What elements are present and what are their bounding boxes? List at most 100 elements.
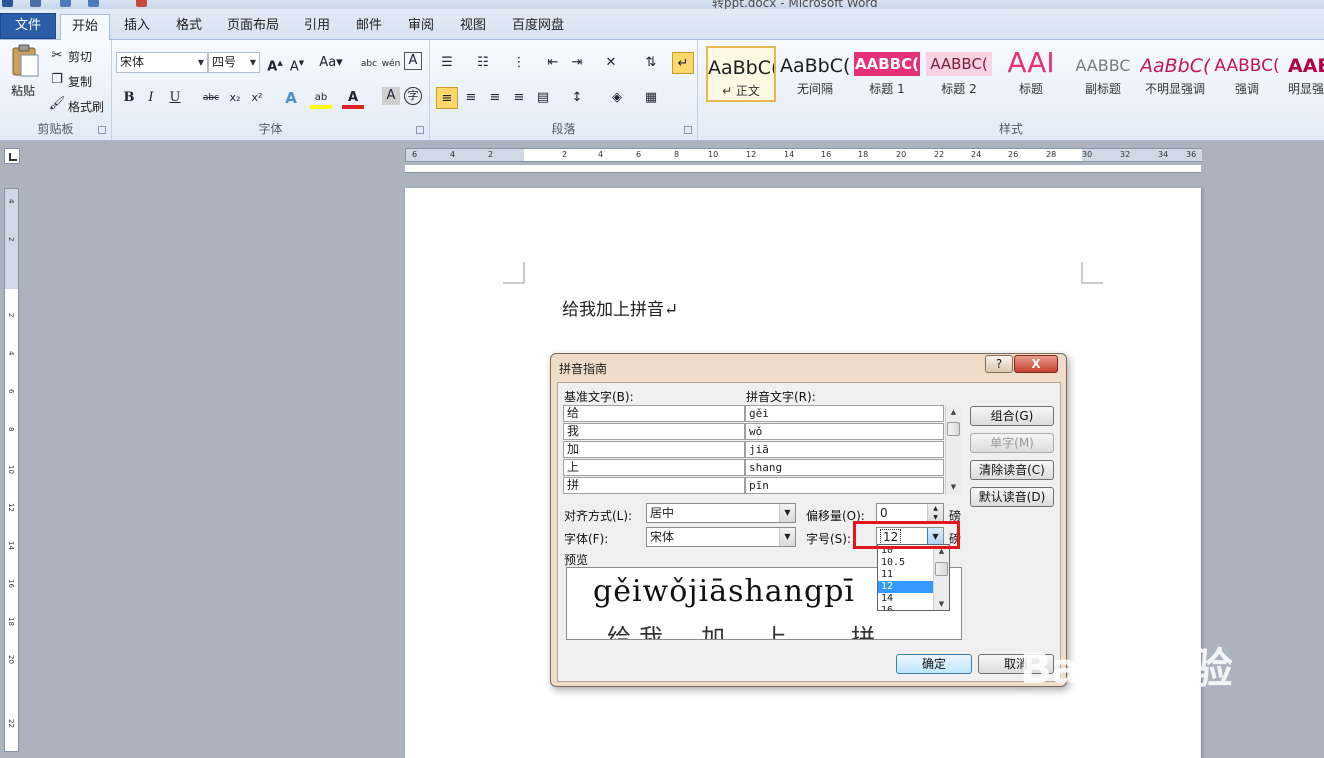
format-painter-button[interactable]: 格式刷 <box>68 98 104 115</box>
align-center-icon[interactable]: ≡ <box>460 87 482 109</box>
size-dropdown-list[interactable]: 10 10.5 11 12 14 16 ▲ ▼ <box>877 544 950 611</box>
ok-button[interactable]: 确定 <box>896 654 972 674</box>
font-color-icon[interactable]: A <box>342 87 364 109</box>
horizontal-ruler[interactable]: 6 4 2 2 4 6 8 10 12 14 16 18 20 22 24 26… <box>405 148 1202 162</box>
size-list-scrollbar[interactable]: ▲ ▼ <box>933 545 949 610</box>
base-text-field[interactable]: 加 <box>563 441 745 458</box>
cut-icon[interactable]: ✂ <box>46 45 68 67</box>
shading-icon[interactable]: ◈ <box>606 87 628 109</box>
subscript-icon[interactable]: x₂ <box>224 87 246 109</box>
pinyin-text-field[interactable]: jiā <box>745 441 944 458</box>
undo-icon[interactable] <box>60 0 71 7</box>
style-heading-1[interactable]: AABBC( 标题 1 <box>852 46 922 102</box>
line-spacing-icon[interactable]: ↕ <box>566 87 588 109</box>
cut-button[interactable]: 剪切 <box>68 48 92 65</box>
pinyin-text-field[interactable]: pīn <box>745 477 944 494</box>
superscript-icon[interactable]: x² <box>246 87 268 109</box>
underline-icon[interactable]: U <box>164 87 186 109</box>
spin-arrows-icon[interactable]: ▲ ▼ <box>927 504 943 522</box>
justify-icon[interactable]: ≡ <box>508 87 530 109</box>
font-select[interactable]: 宋体 ▼ <box>646 527 796 547</box>
clear-format-icon[interactable]: abc <box>358 52 380 74</box>
save-icon[interactable] <box>30 0 41 7</box>
style-intense-emphasis[interactable]: AAE 明显强 <box>1282 46 1324 102</box>
character-shading-icon[interactable]: A <box>382 87 400 105</box>
base-text-field[interactable]: 拼 <box>563 477 745 494</box>
base-text-field[interactable]: 给 <box>563 405 745 422</box>
format-painter-icon[interactable]: 🖌 <box>46 93 68 115</box>
strikethrough-icon[interactable]: abc <box>200 87 222 109</box>
clipboard-launcher-icon[interactable] <box>98 126 106 134</box>
rows-scrollbar[interactable]: ▲ ▼ <box>945 405 961 495</box>
style-heading-2[interactable]: AABBC( 标题 2 <box>924 46 994 102</box>
text-effects-icon[interactable]: A <box>280 87 302 109</box>
document-text[interactable]: 给我加上拼音↵ <box>562 295 678 320</box>
tab-file[interactable]: 文件 <box>0 13 56 39</box>
default-pinyin-button[interactable]: 默认读音(D) <box>970 487 1054 507</box>
single-char-button[interactable]: 单字(M) <box>970 433 1054 453</box>
phonetic-guide-icon[interactable]: wén <box>380 52 402 74</box>
style-no-spacing[interactable]: AaBbC( 无间隔 <box>780 46 850 102</box>
distributed-icon[interactable]: ▤ <box>532 87 554 109</box>
tab-references[interactable]: 引用 <box>294 14 340 40</box>
redo-icon[interactable] <box>88 0 99 7</box>
pinyin-text-field[interactable]: wǒ <box>745 423 944 440</box>
align-right-icon[interactable]: ≡ <box>484 87 506 109</box>
scroll-thumb[interactable] <box>935 562 948 576</box>
close-button[interactable]: X <box>1014 355 1058 373</box>
sort-icon[interactable]: ⇅ <box>640 52 662 74</box>
asian-layout-icon[interactable]: ✕ <box>600 52 622 74</box>
show-marks-icon[interactable]: ↵ <box>672 52 694 74</box>
bold-icon[interactable]: B <box>118 87 140 109</box>
style-emphasis[interactable]: AABBC( 强调 <box>1212 46 1282 102</box>
tab-format[interactable]: 格式 <box>166 14 212 40</box>
change-case-button[interactable]: Aa▾ <box>316 52 346 74</box>
borders-icon[interactable]: ▦ <box>640 87 662 109</box>
tab-selector-icon[interactable] <box>4 148 20 164</box>
copy-button[interactable]: 复制 <box>68 73 92 90</box>
style-title[interactable]: AAI 标题 <box>996 46 1066 102</box>
tab-mailings[interactable]: 邮件 <box>346 14 392 40</box>
alignment-select[interactable]: 居中 ▼ <box>646 503 796 523</box>
help-button[interactable]: ? <box>985 355 1013 373</box>
base-text-field[interactable]: 我 <box>563 423 745 440</box>
scroll-down-icon[interactable]: ▼ <box>946 480 961 495</box>
pinyin-text-field[interactable]: shang <box>745 459 944 476</box>
font-name-combo[interactable]: 宋体 ▼ <box>116 52 208 73</box>
clear-pinyin-button[interactable]: 清除读音(C) <box>970 460 1054 480</box>
grow-font-icon[interactable]: A▲ <box>264 52 286 74</box>
scroll-thumb[interactable] <box>947 422 960 436</box>
align-left-icon[interactable]: ≡ <box>436 87 458 109</box>
style-subtle-emphasis[interactable]: AaBbC( 不明显强调 <box>1140 46 1210 102</box>
tab-view[interactable]: 视图 <box>450 14 496 40</box>
enclose-characters-icon[interactable]: 字 <box>404 87 422 105</box>
paste-button[interactable]: 粘贴 <box>6 44 42 100</box>
tab-home[interactable]: 开始 <box>60 14 110 41</box>
shrink-font-icon[interactable]: A▼ <box>286 52 308 74</box>
copy-icon[interactable]: ❐ <box>46 69 68 91</box>
group-button[interactable]: 组合(G) <box>970 406 1054 426</box>
decrease-indent-icon[interactable]: ⇤ <box>542 52 564 74</box>
numbering-icon[interactable]: ☷ <box>472 52 494 74</box>
tab-insert[interactable]: 插入 <box>114 14 160 40</box>
pinyin-text-field[interactable]: gěi <box>745 405 944 422</box>
multilevel-list-icon[interactable]: ⋮ <box>508 52 530 74</box>
base-text-field[interactable]: 上 <box>563 459 745 476</box>
tab-page-layout[interactable]: 页面布局 <box>220 14 286 40</box>
bullets-icon[interactable]: ☰ <box>436 52 458 74</box>
style-subtitle[interactable]: AABBC 副标题 <box>1068 46 1138 102</box>
scroll-up-icon[interactable]: ▲ <box>946 405 961 420</box>
italic-icon[interactable]: I <box>140 87 162 109</box>
tab-baidu-netdisk[interactable]: 百度网盘 <box>504 14 572 40</box>
offset-stepper[interactable]: 0 ▲ ▼ <box>876 503 944 523</box>
font-launcher-icon[interactable] <box>416 126 424 134</box>
style-normal[interactable]: AaBbC( ↵ 正文 <box>706 46 776 102</box>
quick-print-icon[interactable] <box>136 0 147 7</box>
paragraph-launcher-icon[interactable] <box>684 126 692 134</box>
scroll-down-icon[interactable]: ▼ <box>934 598 949 610</box>
tab-review[interactable]: 审阅 <box>398 14 444 40</box>
increase-indent-icon[interactable]: ⇥ <box>566 52 588 74</box>
vertical-ruler[interactable]: 4 2 2 4 6 8 10 12 14 16 18 20 22 <box>4 188 19 752</box>
font-size-combo[interactable]: 四号 ▼ <box>208 52 260 73</box>
character-border-icon[interactable]: A <box>404 52 422 70</box>
